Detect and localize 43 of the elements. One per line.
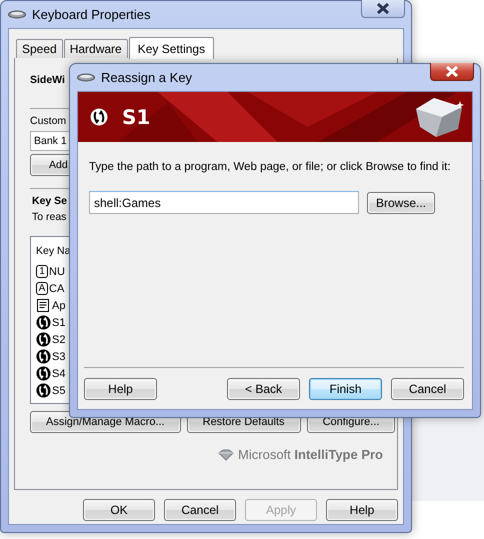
key-name[interactable]: S2	[52, 334, 66, 346]
key-icon: A	[36, 282, 48, 295]
dialog-button[interactable]: OK	[83, 499, 155, 521]
gem-icon	[218, 448, 234, 460]
path-field[interactable]: shell:Games	[89, 191, 359, 214]
tab[interactable]: Key Settings	[128, 37, 214, 59]
wizard-button[interactable]: Finish	[309, 378, 382, 400]
dialog-title: Reassign a Key	[101, 70, 192, 85]
close-icon	[445, 66, 459, 77]
close-button[interactable]	[430, 63, 474, 81]
document-icon	[37, 299, 49, 312]
key-name[interactable]: NU	[49, 266, 65, 278]
instruction-text: Type the path to a program, Web page, or file; or click Browse to find it:	[89, 161, 452, 173]
field-label: Custom	[30, 115, 66, 127]
special-key-icon	[36, 366, 51, 381]
wizard-button[interactable]: < Back	[227, 378, 300, 400]
dialog-button[interactable]: Help	[326, 499, 398, 521]
wizard-button[interactable]: Cancel	[391, 378, 464, 400]
key-name[interactable]: S4	[52, 368, 66, 380]
product-logo-text: Microsoft IntelliType Pro	[238, 447, 383, 462]
browse-button[interactable]: Browse...	[367, 192, 436, 214]
close-button[interactable]	[361, 0, 405, 18]
key-name[interactable]: Ap	[52, 300, 66, 312]
key-icon: 1	[36, 265, 48, 278]
section-heading: Key Se	[32, 195, 68, 207]
tab[interactable]: Speed	[16, 39, 63, 58]
special-key-icon	[36, 332, 51, 347]
special-key-icon	[36, 315, 51, 330]
special-key-icon	[90, 108, 108, 126]
key-name[interactable]: S1	[52, 316, 66, 328]
close-icon	[376, 3, 390, 14]
key-name[interactable]: S5	[52, 384, 66, 396]
special-key-icon	[36, 383, 51, 398]
window-title: Keyboard Properties	[32, 7, 151, 22]
dialog-button[interactable]: Cancel	[164, 499, 236, 521]
hint-text: To reas	[32, 211, 66, 223]
key-name[interactable]: CA	[49, 282, 64, 294]
special-key-icon	[36, 349, 51, 364]
key-name[interactable]: S3	[52, 350, 66, 362]
tab[interactable]: Hardware	[64, 39, 128, 58]
banner-title: S1	[122, 105, 150, 129]
section-heading: SideWi	[30, 74, 65, 86]
wizard-button[interactable]: Help	[84, 378, 157, 400]
